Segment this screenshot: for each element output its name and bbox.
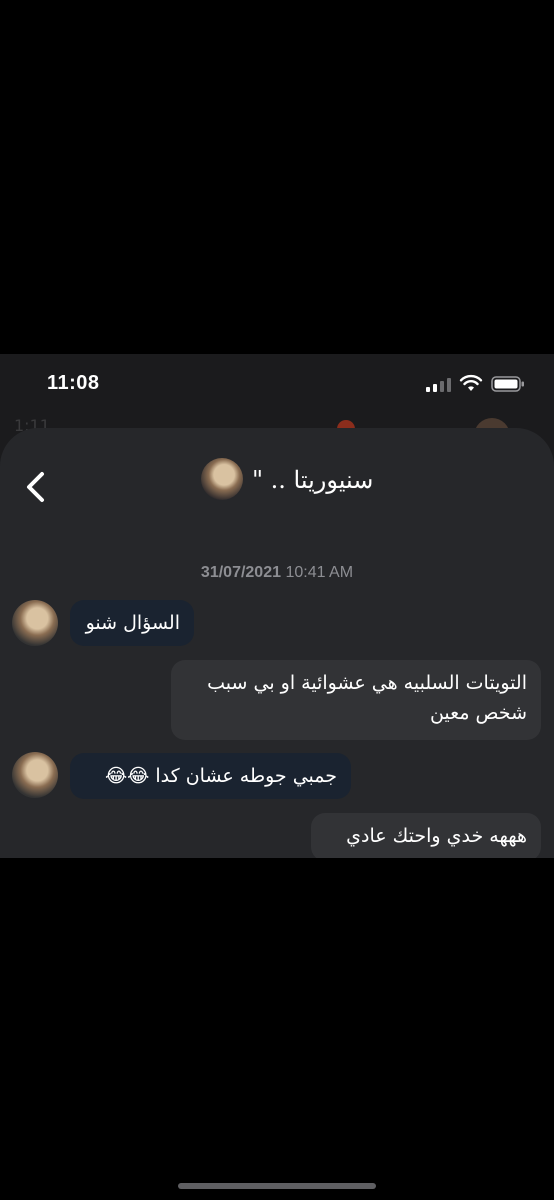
- timestamp-date: 31/07/2021: [200, 564, 281, 581]
- incoming-message[interactable]: جمبي جوطه عشان كدا 😂😂: [70, 753, 351, 799]
- contact-name[interactable]: سنيوريتا .. ": [252, 466, 373, 494]
- status-bar: 11:08: [0, 354, 554, 414]
- outgoing-message[interactable]: هههه خدي واحتك عادي: [311, 813, 541, 858]
- cellular-signal-icon: [426, 378, 451, 392]
- outgoing-message[interactable]: التويتات السلبيه هي عشوائية او بي سبب شخ…: [171, 660, 541, 740]
- status-time: 11:08: [47, 372, 100, 394]
- message-timestamp: 31/07/2021 10:41 AM: [0, 564, 554, 582]
- chat-sheet: سنيوريتا .. " 31/07/2021 10:41 AM السؤال…: [0, 428, 554, 858]
- sender-avatar[interactable]: [12, 600, 58, 646]
- battery-icon: [491, 376, 524, 392]
- incoming-message[interactable]: السؤال شنو: [70, 600, 194, 646]
- sender-avatar[interactable]: [12, 752, 58, 798]
- phone-screen: 11:08 1:11 سنيوريتا .. " 31/07/2021 10:4…: [0, 354, 554, 858]
- timestamp-time: 10:41 AM: [285, 564, 354, 581]
- chevron-left-icon[interactable]: [22, 470, 52, 504]
- wifi-icon: [459, 374, 483, 391]
- home-indicator: [178, 1183, 376, 1189]
- contact-avatar[interactable]: [201, 458, 243, 500]
